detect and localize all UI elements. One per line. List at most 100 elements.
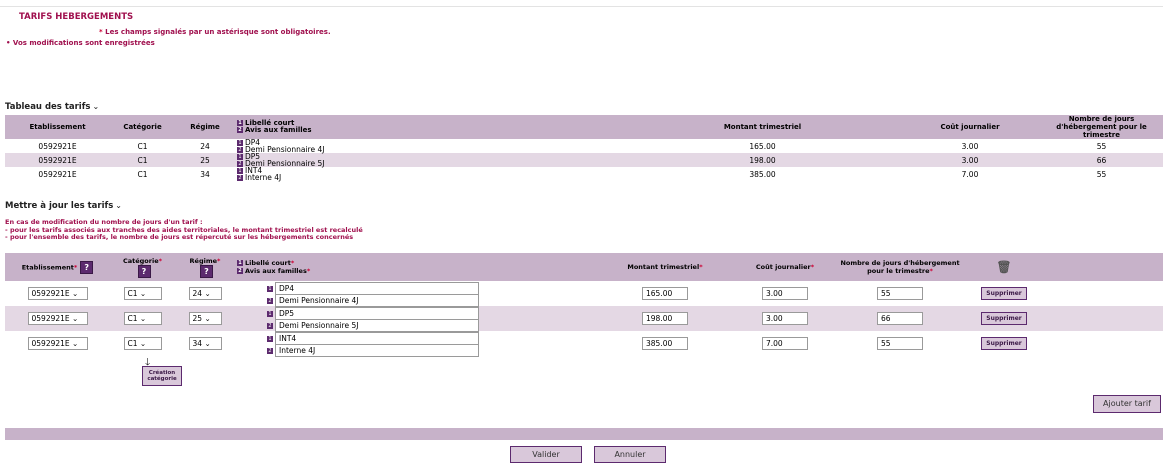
cell-delete: Supprimer (965, 306, 1043, 331)
montant-input[interactable]: 385.00 (642, 337, 688, 350)
cell-regime: 25 (175, 153, 235, 167)
cout-input[interactable]: 3.00 (762, 312, 808, 325)
badge-1-icon: 1 (267, 335, 273, 342)
chevron-down-icon: ⌄ (72, 314, 79, 323)
cout-input[interactable]: 7.00 (762, 337, 808, 350)
cell-jours: 55 (835, 331, 965, 356)
jours-input[interactable]: 55 (877, 287, 923, 300)
avis-familles-input[interactable]: Interne 4J (275, 344, 479, 357)
cell-empty (1043, 306, 1163, 331)
table-row: 0592921E ⌄ C1 ⌄ 34 ⌄ 1 INT4 2 Interne 4J 3… (5, 331, 1163, 357)
validate-button[interactable]: Valider (510, 446, 582, 463)
col-header-etablissement: Etablissement (5, 115, 110, 139)
cancel-button[interactable]: Annuler (594, 446, 666, 463)
col-header-libelle: 1 Libellé court* 2 Avis aux familles* (235, 253, 595, 281)
bottom-band (5, 428, 1163, 440)
cell-jours: 55 (1096, 169, 1107, 179)
categorie-select[interactable]: C1 ⌄ (123, 312, 162, 325)
help-icon[interactable]: ? (200, 264, 213, 278)
cell-spacer (235, 281, 265, 306)
jours-input[interactable]: 66 (877, 312, 923, 325)
col-header-categorie: Catégorie*? (110, 253, 175, 281)
required-star: * (217, 256, 221, 265)
libelle-court-row: 1 INT4 (267, 332, 593, 345)
cout-input[interactable]: 3.00 (762, 287, 808, 300)
table-header-row: Etablissement*? Catégorie*? Régime*? 1 Li… (5, 253, 1163, 281)
etablissement-select[interactable]: 0592921E ⌄ (27, 337, 88, 350)
etablissement-select[interactable]: 0592921E ⌄ (27, 287, 88, 300)
cell-libelle: 1 DP4 2 Demi Pensionnaire 4J (235, 139, 625, 153)
cell-cout: 7.00 (735, 331, 835, 356)
regime-select[interactable]: 25 ⌄ (188, 312, 222, 325)
avis-familles-input[interactable]: Demi Pensionnaire 4J (275, 294, 479, 307)
col-header-cout: Coût journalier* (735, 253, 835, 281)
section-tableau-des-tarifs[interactable]: Tableau des tarifs ⌄ (5, 102, 99, 112)
badge-2-icon: 2 (237, 268, 243, 274)
select-value: 25 (192, 314, 203, 323)
saved-message: • Vos modifications sont enregistrées (6, 39, 155, 47)
cell-jours: 55 (835, 281, 965, 306)
required-star: * (290, 259, 295, 267)
cell-regime: 25 ⌄ (175, 306, 235, 331)
help-icon[interactable]: ? (137, 264, 151, 278)
required-star: * (699, 263, 703, 271)
libelle-court-row: 1 DP5 (267, 307, 593, 320)
chevron-down-icon: ⌄ (72, 339, 79, 348)
cell-montant: 165.00 (749, 141, 776, 151)
col-header-delete: 🗑 (965, 253, 1043, 281)
jours-input[interactable]: 55 (877, 337, 923, 350)
delete-button[interactable]: Supprimer (981, 287, 1027, 300)
avis-familles-label: Avis aux familles (245, 267, 307, 275)
table-row: 0592921E ⌄ C1 ⌄ 24 ⌄ 1 DP4 2 Demi Pensionn… (5, 281, 1163, 307)
regime-select[interactable]: 34 ⌄ (188, 337, 222, 350)
required-star: * (158, 256, 163, 265)
cell-etab: 0592921E ⌄ (5, 331, 110, 356)
cell-jours: 66 (1040, 153, 1163, 167)
cell-spacer (235, 331, 265, 356)
cell-etab: 0592921E ⌄ (5, 306, 110, 331)
delete-button[interactable]: Supprimer (981, 312, 1027, 325)
cell-cat: C1 ⌄ (110, 331, 175, 356)
cell-montant: 165.00 (595, 281, 735, 306)
cell-etab: 0592921E (5, 153, 110, 167)
avis-familles-input[interactable]: Demi Pensionnaire 5J (275, 319, 479, 332)
header-label: Catégorie (122, 256, 159, 265)
cell-etab: 0592921E (38, 169, 77, 179)
select-value: 0592921E (31, 339, 70, 348)
badge-1-icon: 1 (237, 120, 243, 126)
cell-empty (1043, 281, 1163, 306)
regime-select[interactable]: 24 ⌄ (188, 287, 222, 300)
help-icon[interactable]: ? (80, 260, 94, 274)
cell-jours: 55 (1096, 141, 1107, 151)
etablissement-select[interactable]: 0592921E ⌄ (27, 312, 88, 325)
section-mettre-a-jour[interactable]: Mettre à jour les tarifs ⌄ (5, 201, 122, 211)
create-category-line2: catégorie (147, 376, 177, 382)
cell-montant: 198.00 (625, 153, 900, 167)
cell-cat: C1 (137, 141, 148, 151)
montant-input[interactable]: 198.00 (642, 312, 688, 325)
required-star: * (306, 267, 311, 275)
cell-libelle: 1 DP5 2 Demi Pensionnaire 5J (265, 306, 595, 332)
montant-input[interactable]: 165.00 (642, 287, 688, 300)
top-divider (0, 6, 1163, 7)
cell-empty (1043, 331, 1163, 356)
warning-block: En cas de modification du nombre de jour… (5, 218, 363, 242)
delete-button[interactable]: Supprimer (981, 337, 1027, 350)
cell-cat: C1 ⌄ (110, 306, 175, 331)
cell-libelle: 1 DP5 2 Demi Pensionnaire 5J (235, 153, 625, 167)
cell-regime: 24 (200, 141, 210, 151)
chevron-down-icon: ⌄ (139, 289, 147, 298)
header-label: Régime (189, 256, 218, 265)
table-row: 0592921E C1 24 1 DP4 2 Demi Pensionnaire 4… (5, 139, 1163, 154)
categorie-select[interactable]: C1 ⌄ (123, 287, 162, 300)
col-header-etablissement: Etablissement*? (5, 253, 110, 281)
col-header-regime: Régime*? (175, 253, 235, 281)
categorie-select[interactable]: C1 ⌄ (123, 337, 162, 350)
select-value: C1 (127, 314, 138, 323)
cell-libelle: 1 INT4 2 Interne 4J (235, 167, 625, 181)
header-label: Coût journalier (755, 263, 811, 271)
col-header-montant: Montant trimestriel (625, 115, 900, 139)
add-tarif-button[interactable]: Ajouter tarif (1093, 395, 1161, 413)
create-category-button[interactable]: Création catégorie (142, 366, 182, 386)
badge-2-icon: 2 (237, 127, 243, 133)
